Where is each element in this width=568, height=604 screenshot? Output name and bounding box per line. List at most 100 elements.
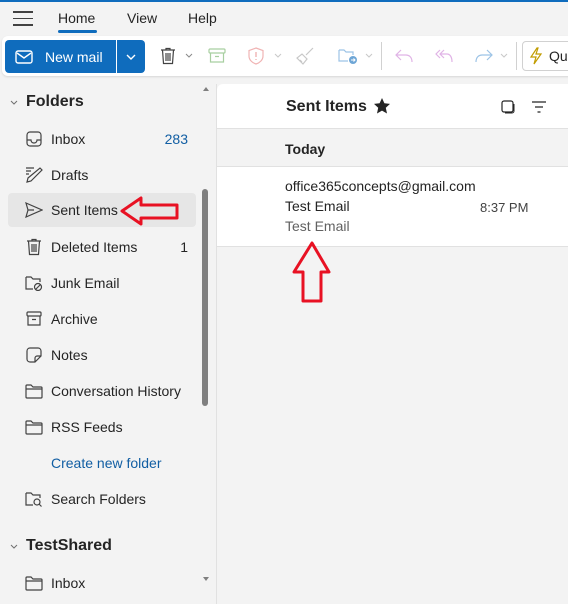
send-icon <box>24 200 44 220</box>
active-tab-indicator <box>58 30 97 33</box>
sidebar-item-search-folders[interactable]: Search Folders <box>8 482 196 516</box>
reply-button[interactable] <box>394 46 414 66</box>
toolbar-divider <box>381 42 382 70</box>
tab-help[interactable]: Help <box>188 10 217 26</box>
mail-icon <box>15 49 33 64</box>
folder-label: Inbox <box>51 131 86 147</box>
archive-icon <box>208 48 226 63</box>
favorite-star-icon[interactable] <box>373 97 391 115</box>
message-sender: office365concepts@gmail.com <box>285 178 476 194</box>
report-icon <box>248 47 264 65</box>
message-list-header: Sent Items <box>217 84 568 129</box>
delete-icon <box>24 237 44 257</box>
scroll-down-arrow-icon[interactable] <box>203 576 209 582</box>
sweep-icon <box>296 47 314 65</box>
hamburger-menu-icon[interactable] <box>13 11 33 27</box>
search-folder-icon <box>24 489 44 509</box>
select-icon <box>501 100 515 114</box>
sidebar-item-inbox[interactable]: Inbox 283 <box>8 122 196 156</box>
sidebar-item-rss-feeds[interactable]: RSS Feeds <box>8 410 196 444</box>
archive-button[interactable] <box>207 46 227 66</box>
folder-label: RSS Feeds <box>51 419 123 435</box>
chevron-down-icon <box>126 54 136 60</box>
new-mail-label: New mail <box>45 48 103 65</box>
move-to-dropdown[interactable] <box>364 48 374 62</box>
folder-label: Junk Email <box>51 275 120 291</box>
sidebar-item-shared-inbox[interactable]: Inbox <box>8 566 196 600</box>
folder-label: Sent Items <box>51 202 118 218</box>
message-list-pane: Sent Items Today office365concepts@gmail… <box>216 84 568 604</box>
sidebar-item-deleted-items[interactable]: Deleted Items 1 <box>8 230 196 264</box>
create-new-folder-link[interactable]: Create new folder <box>51 455 162 471</box>
filter-button[interactable] <box>530 98 548 116</box>
folder-label: Drafts <box>51 167 89 183</box>
forward-icon <box>475 49 493 63</box>
tab-view[interactable]: View <box>127 10 157 26</box>
sidebar-item-junk-email[interactable]: Junk Email <box>8 266 196 300</box>
forward-dropdown[interactable] <box>499 48 509 62</box>
sidebar-item-drafts[interactable]: Drafts <box>8 158 196 192</box>
folder-label: Conversation History <box>51 383 181 399</box>
folder-label: Notes <box>51 347 88 363</box>
move-to-icon <box>338 49 357 64</box>
sidebar-item-conversation-history[interactable]: Conversation History <box>8 374 196 408</box>
folders-section-header[interactable]: Folders <box>0 89 84 115</box>
sweep-button[interactable] <box>295 46 315 66</box>
archive-icon <box>24 309 44 329</box>
scroll-up-arrow-icon[interactable] <box>203 86 209 92</box>
new-mail-button[interactable]: New mail <box>5 40 145 73</box>
shared-header-label: TestShared <box>26 537 112 554</box>
folder-icon <box>24 417 44 437</box>
folder-label: Archive <box>51 311 98 327</box>
quick-steps-button[interactable]: Qu <box>522 41 568 71</box>
ribbon-tabs: Home View Help <box>0 2 568 36</box>
new-mail-dropdown[interactable] <box>117 40 145 73</box>
move-to-button[interactable] <box>338 46 358 66</box>
reply-icon <box>395 49 413 63</box>
chevron-down-icon <box>10 544 22 549</box>
reply-all-button[interactable] <box>434 46 454 66</box>
inbox-icon <box>24 129 44 149</box>
sidebar-item-archive[interactable]: Archive <box>8 302 196 336</box>
drafts-icon <box>24 165 44 185</box>
reply-all-icon <box>435 49 453 63</box>
message-preview: Test Email <box>285 218 350 234</box>
forward-button[interactable] <box>474 46 494 66</box>
note-icon <box>24 345 44 365</box>
quick-steps-icon <box>529 47 543 65</box>
group-label: Today <box>285 141 326 157</box>
unread-count: 1 <box>180 239 188 255</box>
ribbon-toolbar: New mail Qu <box>2 36 568 76</box>
folder-pane-scrollbar[interactable] <box>202 189 208 406</box>
report-dropdown[interactable] <box>273 48 283 62</box>
date-group-header: Today <box>217 130 568 167</box>
chevron-down-icon <box>185 53 193 58</box>
folder-label: Search Folders <box>51 491 146 507</box>
toolbar-divider <box>516 42 517 70</box>
junk-icon <box>24 273 44 293</box>
delete-button[interactable] <box>158 46 178 66</box>
folder-icon <box>24 381 44 401</box>
filter-icon <box>532 101 546 113</box>
sidebar-item-sent-items[interactable]: Sent Items <box>8 193 196 227</box>
message-time: 8:37 PM <box>480 200 529 215</box>
select-button[interactable] <box>499 98 517 116</box>
new-mail-main[interactable]: New mail <box>5 40 117 73</box>
folders-header-label: Folders <box>26 93 84 110</box>
tab-home[interactable]: Home <box>58 10 95 26</box>
delete-icon <box>161 47 175 65</box>
sidebar-item-notes[interactable]: Notes <box>8 338 196 372</box>
report-button[interactable] <box>246 46 266 66</box>
chevron-down-icon <box>274 53 282 58</box>
message-list-item[interactable]: office365concepts@gmail.com Test Email 8… <box>217 167 568 247</box>
chevron-down-icon <box>365 53 373 58</box>
shared-section-header[interactable]: TestShared <box>0 533 112 559</box>
folder-pane: Folders Inbox 283 Drafts Sent Items Dele… <box>0 80 212 593</box>
message-subject: Test Email <box>285 198 350 214</box>
chevron-down-icon <box>10 100 22 105</box>
folder-icon <box>24 573 44 593</box>
unread-count: 283 <box>164 131 188 147</box>
delete-dropdown[interactable] <box>184 48 194 62</box>
list-title: Sent Items <box>286 98 367 115</box>
chevron-down-icon <box>500 53 508 58</box>
